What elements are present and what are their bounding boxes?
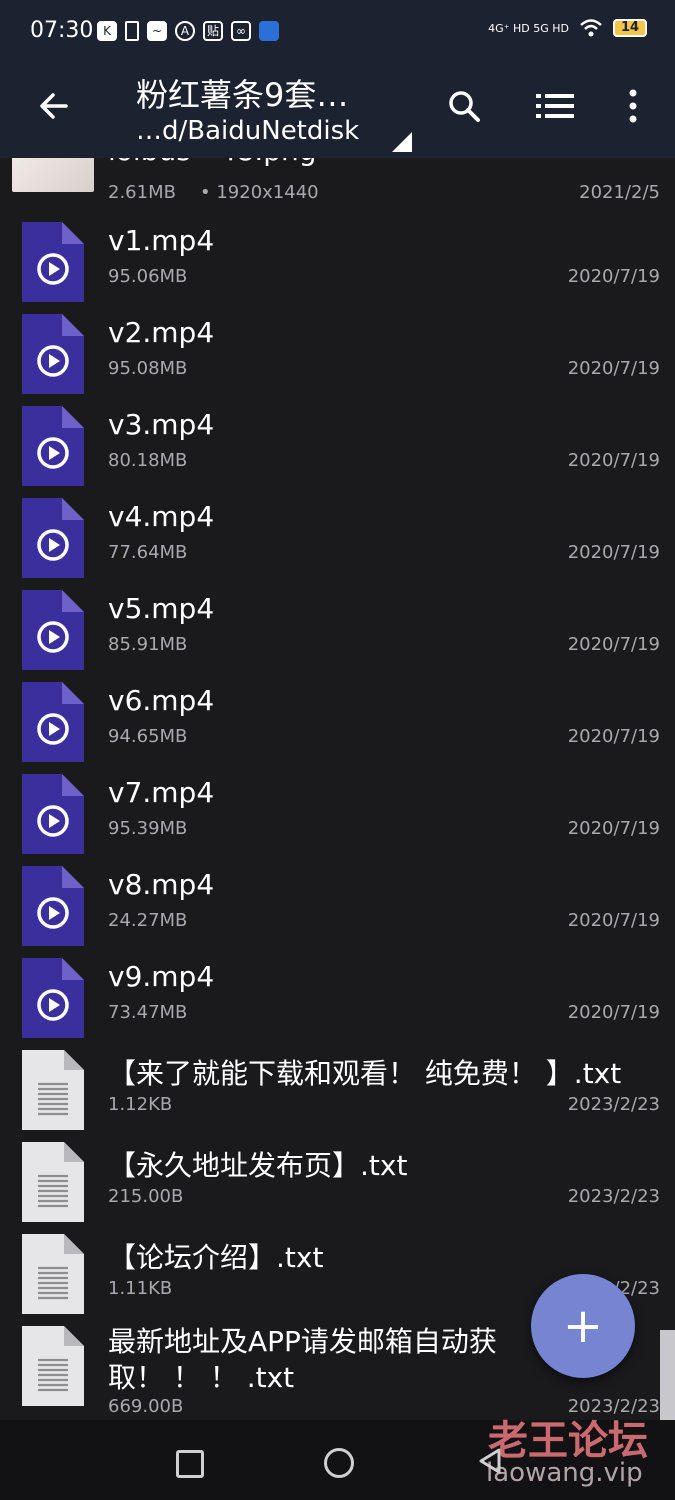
sim-icon bbox=[125, 21, 139, 41]
file-name: 【来了就能下载和观看！ 纯免费！ 】.txt bbox=[108, 1057, 622, 1090]
scrollbar[interactable] bbox=[660, 1330, 675, 1422]
video-file-icon bbox=[22, 222, 84, 302]
watermark-url: laowang.vip bbox=[486, 1458, 643, 1488]
back-arrow-icon[interactable] bbox=[36, 88, 72, 124]
file-size: 73.47MB bbox=[108, 1002, 188, 1023]
list-item[interactable]: v5.mp4 85.91MB 2020/7/19 bbox=[0, 586, 660, 678]
status-time: 07:30 bbox=[30, 18, 94, 43]
video-file-icon bbox=[22, 314, 84, 394]
video-file-icon bbox=[22, 866, 84, 946]
list-item[interactable]: v2.mp4 95.08MB 2020/7/19 bbox=[0, 310, 660, 402]
add-fab-button[interactable]: + bbox=[531, 1274, 635, 1378]
list-item[interactable]: v9.mp4 73.47MB 2020/7/19 bbox=[0, 954, 660, 1046]
file-name: v4.mp4 bbox=[108, 500, 215, 533]
file-name-line2: 取！ ！ ！ .txt bbox=[108, 1361, 295, 1394]
file-date: 2020/7/19 bbox=[567, 542, 660, 563]
status-icons: K ~ A 贴 ∞ bbox=[97, 21, 279, 41]
message-icon: ~ bbox=[147, 21, 167, 41]
path-dropdown-icon[interactable] bbox=[392, 132, 412, 152]
file-size: 1.11KB bbox=[108, 1278, 173, 1299]
text-file-icon bbox=[22, 1234, 84, 1314]
text-file-icon bbox=[22, 1326, 84, 1406]
file-resolution: • 1920x1440 bbox=[200, 182, 319, 203]
file-name: v7.mp4 bbox=[108, 776, 215, 809]
video-file-icon bbox=[22, 958, 84, 1038]
plus-icon: + bbox=[562, 1298, 604, 1354]
file-size: 669.00B bbox=[108, 1396, 184, 1417]
file-name: 【论坛介绍】.txt bbox=[108, 1241, 324, 1274]
file-name: v5.mp4 bbox=[108, 592, 215, 625]
file-date: 2020/7/19 bbox=[567, 450, 660, 471]
text-file-icon bbox=[22, 1142, 84, 1222]
file-name: v6.mp4 bbox=[108, 684, 215, 717]
video-file-icon bbox=[22, 498, 84, 578]
file-size: 2.61MB bbox=[108, 182, 176, 203]
image-thumbnail bbox=[12, 158, 94, 192]
list-item[interactable]: 【来了就能下载和观看！ 纯免费！ 】.txt 1.12KB 2023/2/23 bbox=[0, 1046, 660, 1138]
file-size: 94.65MB bbox=[108, 726, 188, 747]
list-item[interactable]: v8.mp4 24.27MB 2020/7/19 bbox=[0, 862, 660, 954]
network-label: 4G⁺ HD 5G HD bbox=[488, 21, 569, 35]
file-name: lolbus - 48.png bbox=[108, 158, 317, 167]
file-size: 77.64MB bbox=[108, 542, 188, 563]
wifi-icon bbox=[580, 19, 602, 37]
file-date: 2020/7/19 bbox=[567, 266, 660, 287]
file-name: 【永久地址发布页】.txt bbox=[108, 1149, 408, 1182]
file-name: v3.mp4 bbox=[108, 408, 215, 441]
app-bar: 粉红薯条9套… …d/BaiduNetdisk bbox=[0, 62, 675, 158]
app-icon: A bbox=[175, 21, 195, 41]
map-icon bbox=[259, 21, 279, 41]
file-date: 2023/2/23 bbox=[567, 1094, 660, 1115]
folder-path[interactable]: …d/BaiduNetdisk bbox=[136, 116, 359, 146]
file-name: 最新地址及APP请发邮箱自动获 bbox=[108, 1325, 497, 1358]
file-date: 2020/7/19 bbox=[567, 910, 660, 931]
list-item[interactable]: v6.mp4 94.65MB 2020/7/19 bbox=[0, 678, 660, 770]
video-file-icon bbox=[22, 406, 84, 486]
file-size: 85.91MB bbox=[108, 634, 188, 655]
list-view-icon[interactable] bbox=[536, 92, 574, 120]
file-date: 2023/2/23 bbox=[567, 1186, 660, 1207]
list-item[interactable]: 【永久地址发布页】.txt 215.00B 2023/2/23 bbox=[0, 1138, 660, 1230]
file-size: 24.27MB bbox=[108, 910, 188, 931]
list-item[interactable]: v1.mp4 95.06MB 2020/7/19 bbox=[0, 218, 660, 310]
file-date: 2020/7/19 bbox=[567, 634, 660, 655]
home-button[interactable] bbox=[324, 1448, 354, 1478]
file-name: v8.mp4 bbox=[108, 868, 215, 901]
file-size: 95.08MB bbox=[108, 358, 188, 379]
file-size: 95.39MB bbox=[108, 818, 188, 839]
file-name: v2.mp4 bbox=[108, 316, 215, 349]
status-right: 4G⁺ HD 5G HD 14 bbox=[488, 18, 647, 38]
app-icon-2: ∞ bbox=[231, 21, 251, 41]
list-item[interactable]: v7.mp4 95.39MB 2020/7/19 bbox=[0, 770, 660, 862]
file-list: lolbus - 48.png 2.61MB • 1920x1440 2021/… bbox=[0, 158, 660, 1420]
file-date: 2021/2/5 bbox=[579, 182, 660, 203]
video-file-icon bbox=[22, 774, 84, 854]
search-icon[interactable] bbox=[446, 88, 482, 124]
k-app-icon: K bbox=[97, 21, 117, 41]
file-size: 1.12KB bbox=[108, 1094, 173, 1115]
recents-button[interactable] bbox=[176, 1450, 204, 1478]
file-date: 2020/7/19 bbox=[567, 726, 660, 747]
more-options-icon[interactable] bbox=[626, 88, 640, 124]
file-date: 2020/7/19 bbox=[567, 358, 660, 379]
battery-icon: 14 bbox=[613, 19, 647, 37]
folder-title: 粉红薯条9套… bbox=[136, 76, 349, 114]
file-name: v9.mp4 bbox=[108, 960, 215, 993]
file-size: 95.06MB bbox=[108, 266, 188, 287]
file-date: 2020/7/19 bbox=[567, 1002, 660, 1023]
tie-icon: 贴 bbox=[203, 21, 223, 41]
video-file-icon bbox=[22, 682, 84, 762]
status-bar: 07:30 K ~ A 贴 ∞ 4G⁺ HD 5G HD 14 bbox=[0, 0, 675, 62]
file-date: 2020/7/19 bbox=[567, 818, 660, 839]
text-file-icon bbox=[22, 1050, 84, 1130]
file-size: 215.00B bbox=[108, 1186, 184, 1207]
list-item[interactable]: v4.mp4 77.64MB 2020/7/19 bbox=[0, 494, 660, 586]
file-size: 80.18MB bbox=[108, 450, 188, 471]
file-name: v1.mp4 bbox=[108, 224, 215, 257]
list-item[interactable]: v3.mp4 80.18MB 2020/7/19 bbox=[0, 402, 660, 494]
video-file-icon bbox=[22, 590, 84, 670]
